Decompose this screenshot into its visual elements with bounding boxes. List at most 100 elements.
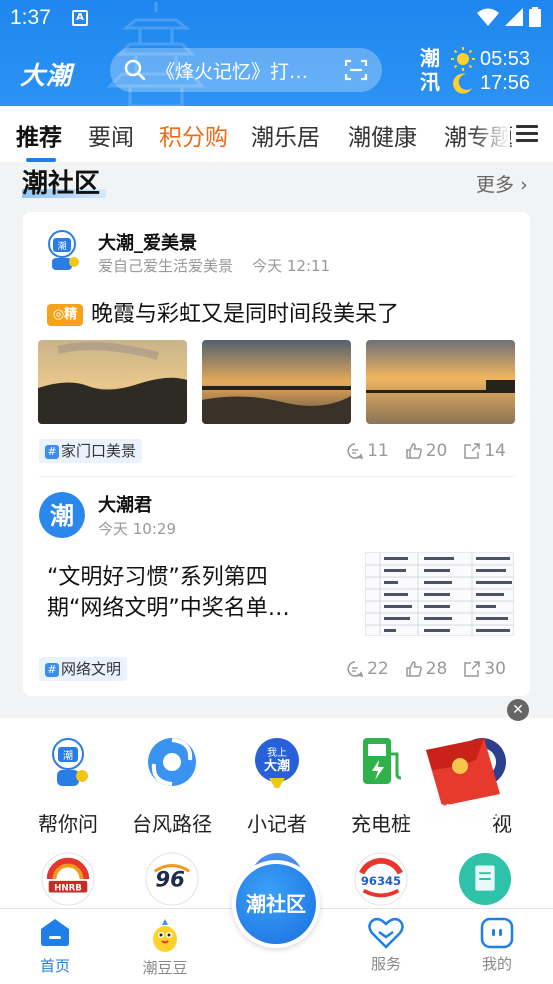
nav-community-button[interactable]: 潮社区: [232, 860, 320, 948]
tabs-fade: [470, 106, 510, 162]
status-time: 1:37: [10, 6, 51, 29]
svg-text:大潮: 大潮: [264, 758, 290, 774]
post-item[interactable]: 潮 大潮_爱美景 爱自己爱生活爱美景 今天 12:11 ◎精 晚霞与彩虹又是同时间…: [23, 212, 530, 474]
status-bar: 1:37 A: [0, 0, 553, 36]
tide-label-bottom: 汛: [420, 70, 440, 94]
tab-points-shop[interactable]: 积分购: [159, 118, 228, 152]
hnrb-icon: HNRB: [41, 852, 95, 906]
service-notes[interactable]: [430, 852, 540, 910]
post-title: “文明好习惯”系列第四 期“网络文明”中奖名单…: [47, 565, 290, 621]
post-divider: [39, 476, 514, 477]
tab-living[interactable]: 潮乐居: [251, 118, 320, 152]
app-header: 1:37 A 大潮 《烽火记忆》打… 潮 汛 05:53 17:56: [0, 0, 553, 106]
topic-tag[interactable]: # 家门口美景: [39, 439, 143, 463]
reporter-icon: 我上 大潮: [255, 738, 299, 788]
mascot-icon: 潮: [52, 738, 88, 786]
hash-icon: #: [45, 445, 59, 459]
charging-pile-icon: [363, 738, 402, 784]
post-photo[interactable]: [202, 340, 351, 424]
service-hotline-96345[interactable]: 96345: [326, 852, 436, 910]
more-label: 更多: [476, 174, 515, 196]
thumbs-up-icon: [405, 443, 422, 459]
service-typhoon[interactable]: 台风路径: [117, 734, 227, 837]
nav-service[interactable]: 服务: [351, 917, 421, 974]
featured-badge: ◎精: [47, 304, 83, 326]
hotline-icon: 96345: [354, 852, 408, 906]
hash-icon: #: [45, 663, 59, 677]
tab-health[interactable]: 潮健康: [348, 118, 417, 152]
signal-icon: [505, 8, 523, 26]
hnrb-badge-text: HNRB: [54, 884, 82, 894]
svg-text:潮: 潮: [57, 240, 66, 252]
mascot-avatar: 潮: [48, 230, 79, 270]
section-title: 潮社区: [22, 163, 107, 200]
heart-service-icon: [368, 917, 404, 949]
service-label: 帮你问: [38, 812, 98, 836]
comment-count[interactable]: 22: [346, 659, 389, 679]
post-time: 今天 10:29: [98, 520, 176, 538]
post-author[interactable]: 大潮_爱美景: [98, 229, 197, 255]
service-little-reporter[interactable]: 我上 大潮 小记者: [222, 734, 332, 837]
share-count[interactable]: 14: [463, 441, 506, 461]
service-help-ask[interactable]: 潮 帮你问: [13, 734, 123, 837]
nav-home[interactable]: 首页: [20, 917, 90, 976]
svg-text:潮: 潮: [63, 749, 73, 762]
tide-time-low: 17:56: [480, 72, 531, 94]
nav-label: 潮豆豆: [142, 959, 188, 977]
share-count[interactable]: 30: [463, 659, 506, 679]
mascot-chick-icon: [153, 919, 177, 952]
hotline-badge-text: 96345: [361, 874, 401, 888]
moon-icon: [453, 73, 472, 94]
community-card: 潮 大潮_爱美景 爱自己爱生活爱美景 今天 12:11 ◎精 晚霞与彩虹又是同时间…: [23, 212, 530, 696]
comment-count[interactable]: 11: [346, 441, 389, 461]
nav-label: 我的: [481, 955, 512, 973]
search-icon: [124, 59, 146, 81]
close-icon[interactable]: ✕: [507, 699, 529, 721]
wifi-icon: [477, 8, 499, 26]
daochao-avatar: 潮: [39, 492, 85, 538]
more-link[interactable]: 更多 ›: [476, 170, 528, 197]
like-count[interactable]: 28: [405, 659, 447, 679]
tide-time-high: 05:53: [480, 48, 531, 70]
post-photo[interactable]: [366, 340, 515, 424]
nav-label: 首页: [39, 957, 70, 975]
nav-chaodoudou[interactable]: 潮豆豆: [130, 917, 200, 978]
status-icons: [477, 7, 541, 27]
radio-badge-text: 96: [155, 868, 185, 893]
profile-icon: [480, 917, 514, 949]
post-stats: 11 20 14: [346, 441, 506, 461]
post-stats: 22 28 30: [346, 659, 506, 679]
tide-label-top: 潮: [420, 46, 440, 70]
radio-96-icon: 96: [145, 852, 199, 906]
like-count[interactable]: 20: [405, 441, 447, 461]
battery-icon: [529, 7, 541, 27]
red-packet-icon[interactable]: 阅读有礼: [414, 734, 506, 828]
sun-icon: [451, 47, 475, 71]
service-label: 台风路径: [132, 812, 212, 836]
share-icon: [464, 443, 481, 459]
search-bar[interactable]: 《烽火记忆》打…: [110, 48, 382, 92]
search-placeholder: 《烽火记忆》打…: [156, 60, 309, 83]
post-author[interactable]: 大潮君: [98, 491, 152, 517]
red-packet-label: 阅读有礼: [422, 803, 499, 825]
service-radio-96[interactable]: 96: [117, 852, 227, 910]
notification-icon: A: [72, 10, 88, 26]
post-thumbnail[interactable]: [365, 552, 514, 636]
tab-news[interactable]: 要闻: [88, 118, 134, 152]
service-hnrb[interactable]: HNRB: [13, 852, 123, 910]
menu-icon[interactable]: [516, 125, 538, 143]
post-author-bio: 爱自己爱生活爱美景 今天 12:11: [98, 257, 331, 275]
svg-text:我上: 我上: [267, 747, 287, 759]
app-logo[interactable]: 大潮: [20, 56, 72, 92]
nav-mine[interactable]: 我的: [462, 917, 532, 974]
notes-icon: [458, 852, 512, 906]
thumbs-up-icon: [405, 661, 422, 677]
topic-tag[interactable]: # 网络文明: [39, 657, 128, 681]
tab-recommend[interactable]: 推荐: [16, 118, 62, 162]
nav-label: 服务: [370, 955, 401, 973]
home-icon: [41, 919, 69, 946]
scan-icon[interactable]: [344, 59, 368, 81]
post-photo[interactable]: [38, 340, 187, 424]
typhoon-icon: [148, 738, 196, 786]
service-label: 小记者: [247, 812, 307, 836]
